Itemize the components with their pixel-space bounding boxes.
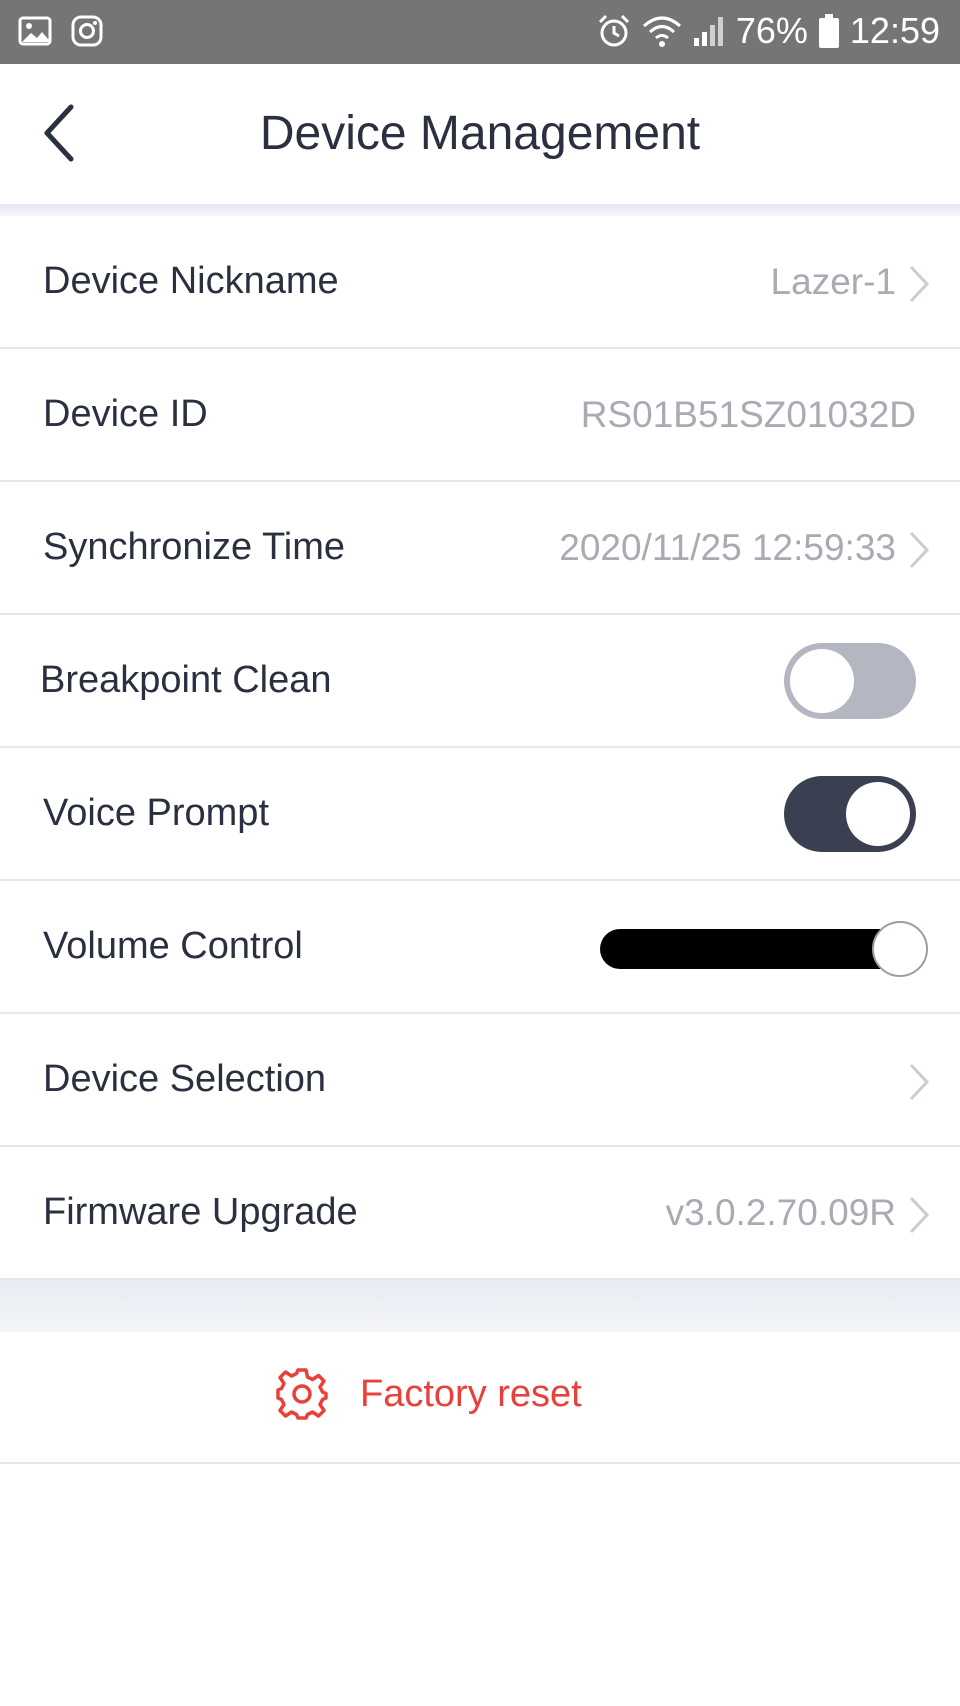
- status-bar: 76% 12:59: [0, 0, 960, 64]
- alarm-icon: [596, 13, 632, 49]
- chevron-left-icon: [44, 104, 74, 162]
- battery-icon: [818, 13, 840, 49]
- toggle-knob: [790, 649, 854, 713]
- device-id-row: Device ID RS01B51SZ01032D: [0, 349, 960, 482]
- firmware-upgrade-label: Firmware Upgrade: [43, 1191, 358, 1233]
- volume-control-row: Volume Control: [0, 881, 960, 1014]
- wifi-icon: [642, 14, 682, 48]
- volume-control-label: Volume Control: [43, 925, 303, 967]
- synchronize-time-row[interactable]: Synchronize Time 2020/11/25 12:59:33: [0, 482, 960, 615]
- chevron-right-icon: [909, 1063, 930, 1101]
- voice-prompt-toggle[interactable]: [784, 776, 916, 852]
- device-selection-label: Device Selection: [43, 1058, 327, 1100]
- volume-slider-thumb[interactable]: [872, 921, 928, 977]
- device-nickname-value: Lazer-1: [770, 261, 896, 302]
- device-id-value: RS01B51SZ01032D: [580, 394, 916, 435]
- breakpoint-clean-label: Breakpoint Clean: [40, 659, 332, 701]
- back-button[interactable]: [30, 98, 86, 168]
- synchronize-time-label: Synchronize Time: [43, 526, 346, 568]
- gallery-icon: [18, 14, 52, 48]
- header-divider: [0, 204, 960, 216]
- device-nickname-label: Device Nickname: [43, 260, 339, 302]
- toggle-knob: [846, 782, 910, 846]
- battery-percent: 76%: [735, 10, 808, 51]
- chevron-right-icon: [909, 265, 930, 303]
- voice-prompt-row: Voice Prompt: [0, 748, 960, 881]
- factory-reset-label: Factory reset: [360, 1372, 582, 1415]
- clock: 12:59: [849, 10, 940, 51]
- volume-slider[interactable]: [600, 919, 928, 977]
- chevron-right-icon: [909, 531, 930, 569]
- synchronize-time-value: 2020/11/25 12:59:33: [559, 527, 896, 568]
- instagram-icon: [70, 14, 104, 48]
- device-selection-row[interactable]: Device Selection: [0, 1014, 960, 1147]
- device-nickname-row[interactable]: Device Nickname Lazer-1: [0, 216, 960, 349]
- chevron-right-icon: [909, 1196, 930, 1234]
- breakpoint-clean-row: Breakpoint Clean: [0, 615, 960, 748]
- settings-list: Device Nickname Lazer-1 Device ID RS01B5…: [0, 216, 960, 1280]
- volume-slider-track: [600, 929, 910, 969]
- firmware-version-value: v3.0.2.70.09R: [665, 1192, 896, 1233]
- firmware-upgrade-row[interactable]: Firmware Upgrade v3.0.2.70.09R: [0, 1147, 960, 1280]
- app-header: Device Management: [0, 64, 960, 204]
- factory-reset-button[interactable]: Factory reset: [0, 1332, 960, 1464]
- signal-icon: [692, 14, 726, 48]
- device-id-label: Device ID: [43, 393, 208, 435]
- page-title: Device Management: [259, 107, 701, 160]
- voice-prompt-label: Voice Prompt: [43, 792, 269, 834]
- section-divider: [0, 1280, 960, 1332]
- breakpoint-clean-toggle[interactable]: [784, 643, 916, 719]
- gear-icon: [276, 1368, 328, 1420]
